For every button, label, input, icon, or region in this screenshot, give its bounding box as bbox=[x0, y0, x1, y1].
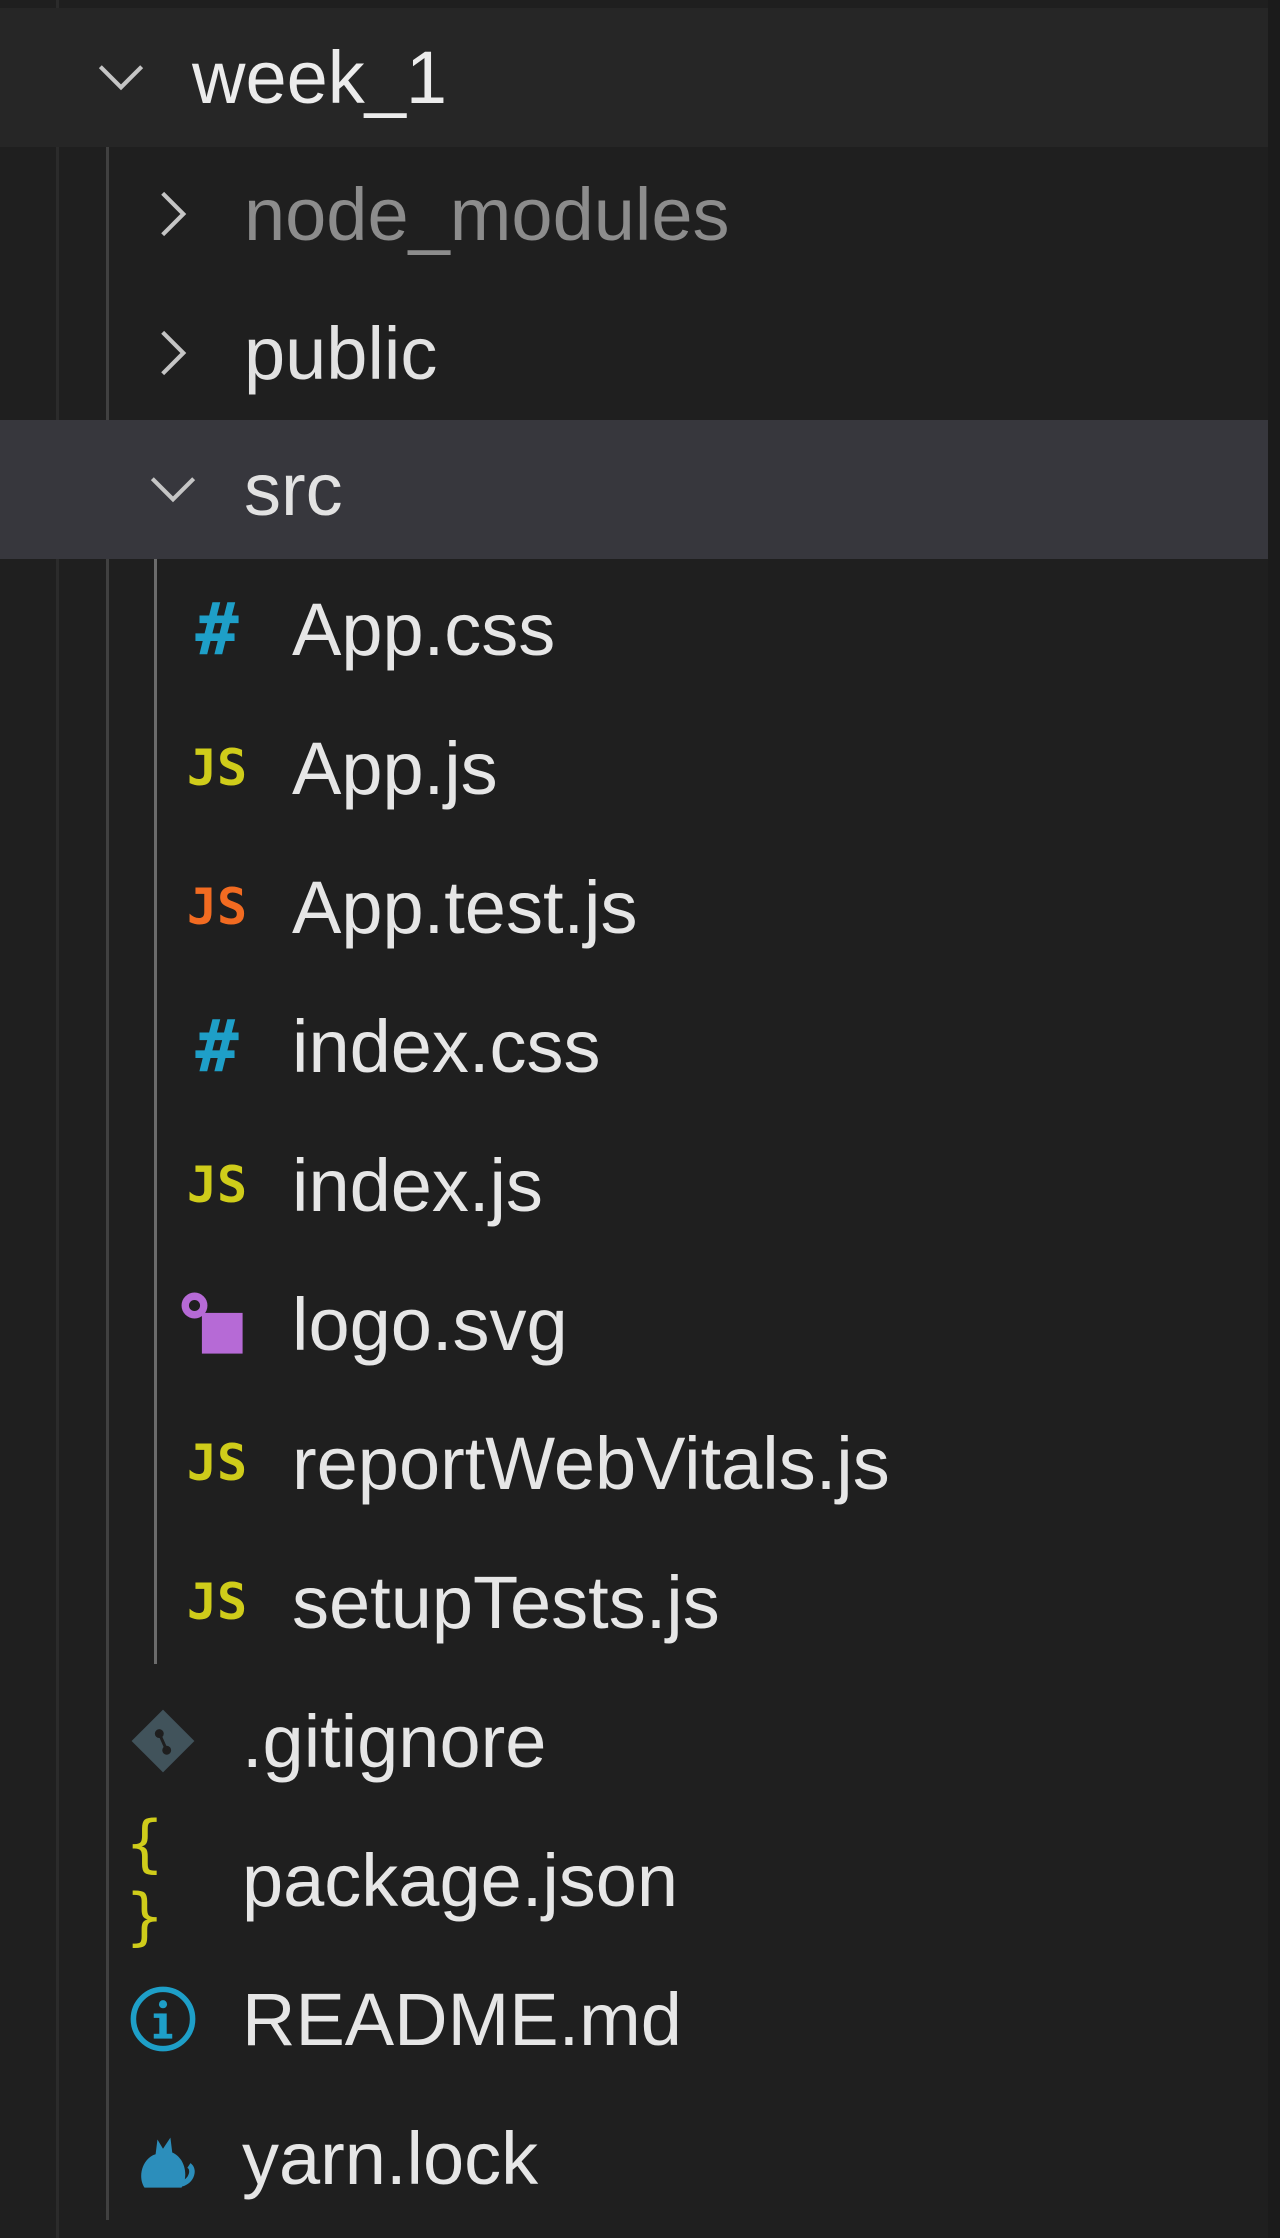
js-icon: JS bbox=[186, 739, 248, 797]
tree-item-label: App.js bbox=[292, 727, 498, 810]
tree-item-label: public bbox=[244, 312, 438, 395]
tree-item-label: .gitignore bbox=[242, 1700, 547, 1783]
css-hash-icon: # bbox=[195, 1004, 239, 1088]
yarn-cat-icon bbox=[126, 2121, 200, 2195]
tree-item-label: App.test.js bbox=[292, 866, 638, 949]
tree-item-node_modules[interactable]: node_modules bbox=[0, 145, 1268, 284]
tree-item-label: index.js bbox=[292, 1144, 543, 1227]
tree-item-src[interactable]: src bbox=[0, 420, 1268, 559]
file-explorer: week_1 node_modules public src # App.css… bbox=[0, 0, 1268, 2238]
tree-item-label: src bbox=[244, 448, 343, 531]
js-icon: JS bbox=[186, 1156, 248, 1214]
tree-item-label: week_1 bbox=[192, 36, 448, 119]
git-diamond-icon bbox=[126, 1704, 200, 1778]
tree-item-App.js[interactable]: JS App.js bbox=[0, 699, 1268, 838]
tree-item-label: logo.svg bbox=[292, 1283, 568, 1366]
tree-item-label: yarn.lock bbox=[242, 2117, 539, 2200]
svg-image-icon bbox=[176, 1287, 250, 1361]
js-icon: JS bbox=[186, 1573, 248, 1631]
tree-item-setupTests.js[interactable]: JS setupTests.js bbox=[0, 1533, 1268, 1672]
tree-item-public[interactable]: public bbox=[0, 284, 1268, 423]
chevron-down-icon[interactable] bbox=[90, 46, 152, 108]
tree-item-yarn.lock[interactable]: yarn.lock bbox=[0, 2089, 1268, 2228]
tree-item-README.md[interactable]: README.md bbox=[0, 1950, 1268, 2089]
tree-item-.gitignore[interactable]: .gitignore bbox=[0, 1672, 1268, 1811]
js-icon: JS bbox=[186, 1434, 248, 1492]
json-braces-icon: { } bbox=[126, 1807, 164, 1953]
tree-item-index.css[interactable]: # index.css bbox=[0, 977, 1268, 1116]
tree-item-label: node_modules bbox=[244, 173, 730, 256]
tree-item-label: setupTests.js bbox=[292, 1561, 720, 1644]
css-hash-icon: # bbox=[195, 587, 239, 671]
chevron-down-icon[interactable] bbox=[142, 458, 204, 520]
tree-item-package.json[interactable]: { } package.json bbox=[0, 1807, 1268, 1953]
info-circle-icon bbox=[126, 1982, 200, 2056]
js-test-icon: JS bbox=[186, 878, 248, 936]
tree-item-reportWebVitals.js[interactable]: JS reportWebVitals.js bbox=[0, 1394, 1268, 1533]
tree-item-App.test.js[interactable]: JS App.test.js bbox=[0, 838, 1268, 977]
tree-item-label: README.md bbox=[242, 1978, 682, 2061]
tree-item-App.css[interactable]: # App.css bbox=[0, 560, 1268, 699]
scrollbar-track[interactable] bbox=[1268, 0, 1280, 2238]
chevron-right-icon[interactable] bbox=[142, 322, 204, 384]
chevron-right-icon[interactable] bbox=[142, 183, 204, 245]
tree-item-label: reportWebVitals.js bbox=[292, 1422, 890, 1505]
tree-item-logo.svg[interactable]: logo.svg bbox=[0, 1255, 1268, 1394]
tree-item-label: App.css bbox=[292, 588, 556, 671]
tree-item-index.js[interactable]: JS index.js bbox=[0, 1116, 1268, 1255]
tree-item-label: index.css bbox=[292, 1005, 601, 1088]
tree-item-week_1[interactable]: week_1 bbox=[0, 8, 1268, 147]
tree-item-label: package.json bbox=[242, 1839, 679, 1922]
